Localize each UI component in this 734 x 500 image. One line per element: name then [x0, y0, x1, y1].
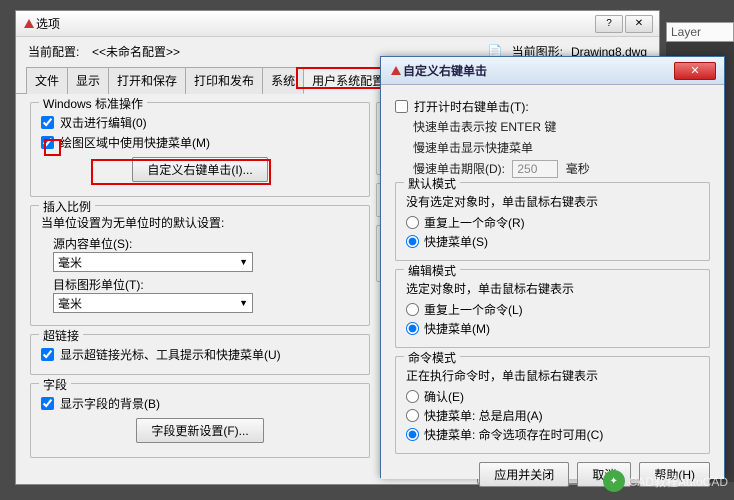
group-command-mode: 命令模式 正在执行命令时，单击鼠标右键表示 确认(E) 快捷菜单: 总是启用(A… — [395, 356, 710, 454]
cmd-desc: 正在执行命令时，单击鼠标右键表示 — [406, 367, 699, 384]
group-title-field: 字段 — [39, 376, 71, 393]
btn-apply-close[interactable]: 应用并关闭 — [479, 462, 569, 487]
options-titlebar: 选项 ? ✕ — [16, 11, 659, 37]
tab-display[interactable]: 显示 — [67, 67, 109, 94]
duration-input[interactable]: 250 — [512, 160, 558, 178]
layer-dropdown[interactable]: Layer — [666, 22, 734, 42]
src-unit-select[interactable]: 毫米▼ — [53, 252, 253, 272]
chevron-down-icon: ▼ — [239, 257, 248, 267]
tab-system[interactable]: 系统 — [262, 67, 304, 94]
radio-cmd-always[interactable]: 快捷菜单: 总是启用(A) — [406, 407, 699, 424]
group-field: 字段 显示字段的背景(B) 字段更新设置(F)... — [30, 383, 370, 458]
group-title-hyperlink: 超链接 — [39, 327, 83, 344]
group-title-windows: Windows 标准操作 — [39, 95, 147, 112]
rightclick-dialog: 自定义右键单击 ✕ 打开计时右键单击(T): 快速单击表示按 ENTER 键 慢… — [380, 56, 725, 478]
radio-default-repeat[interactable]: 重复上一个命令(R) — [406, 214, 699, 231]
radio-cmd-options[interactable]: 快捷菜单: 命令选项存在时可用(C) — [406, 426, 699, 443]
chk-field-bg[interactable]: 显示字段的背景(B) — [41, 395, 359, 412]
wechat-icon: ✦ — [603, 470, 625, 492]
radio-edit-menu[interactable]: 快捷菜单(M) — [406, 320, 699, 337]
app-icon — [389, 64, 403, 78]
group-edit-mode: 编辑模式 选定对象时，单击鼠标右键表示 重复上一个命令(L) 快捷菜单(M) — [395, 269, 710, 348]
group-windows-std: Windows 标准操作 双击进行编辑(0) 绘图区域中使用快捷菜单(M) 自定… — [30, 102, 370, 197]
app-icon — [22, 17, 36, 31]
sub-titlebar: 自定义右键单击 ✕ — [381, 57, 724, 85]
sub-title: 自定义右键单击 — [403, 62, 674, 79]
sub-close-button[interactable]: ✕ — [674, 62, 716, 80]
src-unit-label: 源内容单位(S): — [53, 235, 359, 252]
current-profile-label: 当前配置: — [28, 43, 84, 60]
scale-note: 当单位设置为无单位时的默认设置: — [41, 214, 359, 231]
desc-slow: 慢速单击显示快捷菜单 — [413, 139, 710, 156]
tgt-unit-label: 目标图形单位(T): — [53, 276, 359, 293]
chk-hyperlink[interactable]: 显示超链接光标、工具提示和快捷菜单(U) — [41, 346, 359, 363]
desc-fast: 快速单击表示按 ENTER 键 — [413, 118, 710, 135]
btn-field-update[interactable]: 字段更新设置(F)... — [136, 418, 263, 443]
edit-desc: 选定对象时，单击鼠标右键表示 — [406, 280, 699, 297]
group-insert-scale: 插入比例 当单位设置为无单位时的默认设置: 源内容单位(S): 毫米▼ 目标图形… — [30, 205, 370, 326]
radio-edit-repeat[interactable]: 重复上一个命令(L) — [406, 301, 699, 318]
close-button[interactable]: ✕ — [625, 15, 653, 33]
group-hyperlink: 超链接 显示超链接光标、工具提示和快捷菜单(U) — [30, 334, 370, 375]
group-title-scale: 插入比例 — [39, 198, 95, 215]
tab-plot[interactable]: 打印和发布 — [185, 67, 263, 94]
tab-file[interactable]: 文件 — [26, 67, 68, 94]
radio-cmd-enter[interactable]: 确认(E) — [406, 388, 699, 405]
options-title: 选项 — [36, 15, 595, 32]
help-button[interactable]: ? — [595, 15, 623, 33]
btn-customize-rightclick[interactable]: 自定义右键单击(I)... — [132, 157, 267, 182]
watermark: ✦ CAD教程AutoCAD — [603, 470, 728, 492]
tab-open-save[interactable]: 打开和保存 — [108, 67, 186, 94]
chk-dblclick-edit[interactable]: 双击进行编辑(0) — [41, 114, 359, 131]
default-desc: 没有选定对象时，单击鼠标右键表示 — [406, 193, 699, 210]
current-profile-value: <<未命名配置>> — [92, 43, 212, 60]
chk-timed-rightclick[interactable]: 打开计时右键单击(T): — [395, 98, 710, 115]
group-default-mode: 默认模式 没有选定对象时，单击鼠标右键表示 重复上一个命令(R) 快捷菜单(S) — [395, 182, 710, 261]
tgt-unit-select[interactable]: 毫米▼ — [53, 293, 253, 313]
chevron-down-icon: ▼ — [239, 298, 248, 308]
radio-default-menu[interactable]: 快捷菜单(S) — [406, 233, 699, 250]
chk-shortcut-menu[interactable]: 绘图区域中使用快捷菜单(M) — [41, 134, 359, 151]
